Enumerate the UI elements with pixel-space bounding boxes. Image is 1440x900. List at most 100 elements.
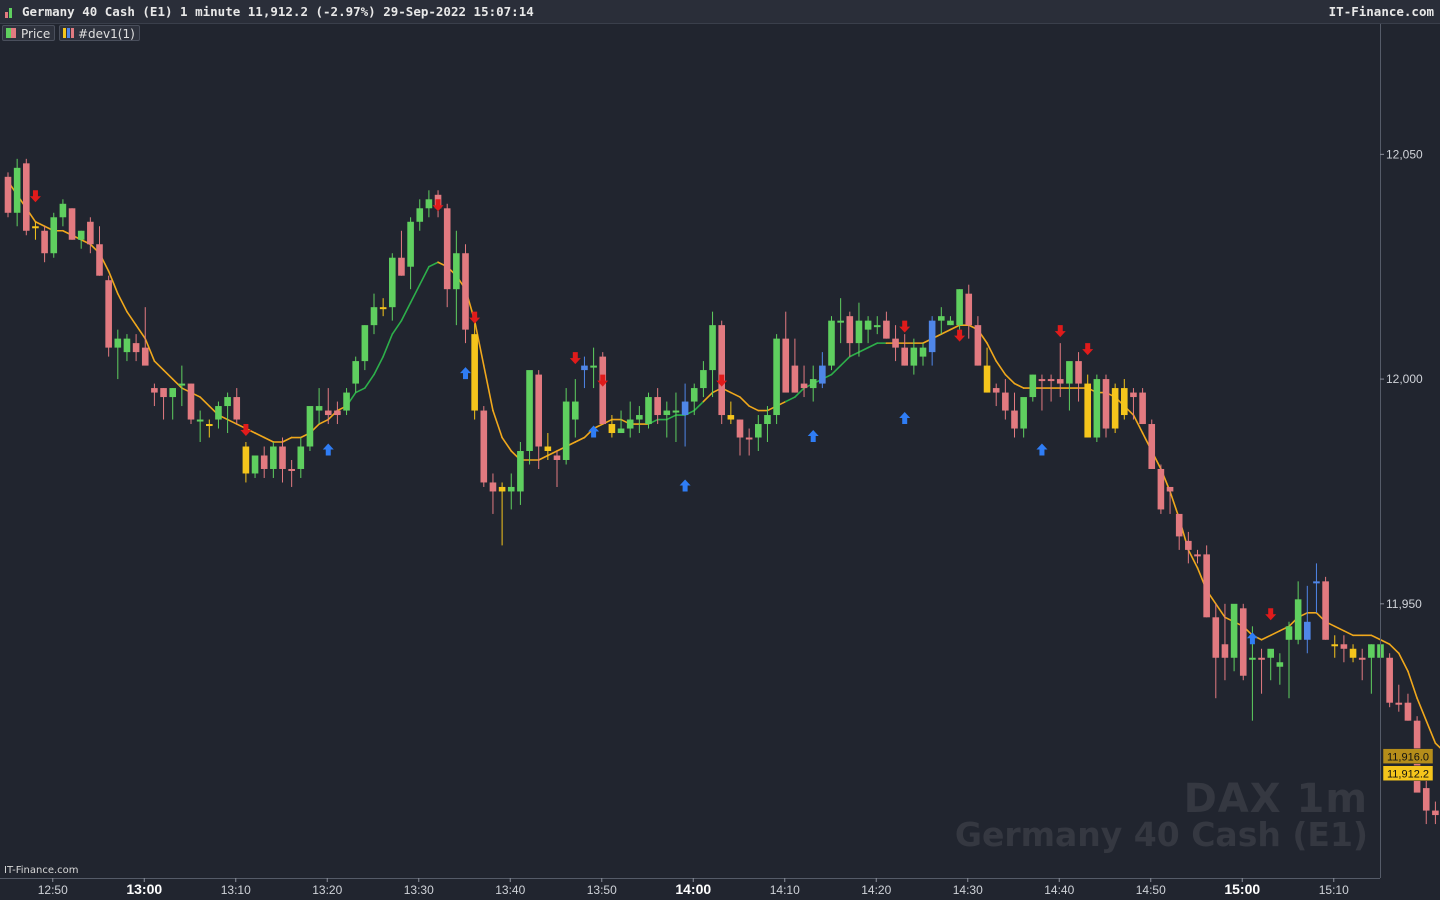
legend-indicator-label: #dev1(1)	[78, 27, 135, 41]
candle-body	[1230, 603, 1238, 658]
chart-title-bar: Germany 40 Cash (E1) 1 minute 11,912.2 (…	[0, 0, 1440, 24]
candle-body	[132, 343, 140, 353]
time-tick-label: 14:30	[953, 883, 983, 897]
candle-body	[718, 325, 725, 416]
candle-body	[1056, 379, 1064, 384]
candle-body	[480, 410, 488, 483]
candle-body	[1422, 788, 1430, 811]
bar-chart-icon	[5, 6, 15, 18]
candle-body	[169, 388, 176, 398]
candle-body	[901, 347, 908, 366]
candle-body	[1294, 599, 1302, 640]
candle-body	[315, 406, 323, 411]
candle-body	[1358, 657, 1366, 660]
candle-body	[1395, 702, 1403, 705]
candle-body	[837, 320, 844, 323]
candle-body	[1313, 581, 1320, 584]
candle-body	[672, 410, 680, 413]
candle-body	[883, 320, 890, 339]
candle-body	[306, 406, 314, 447]
time-tick-label: 14:20	[861, 883, 891, 897]
candle-body	[544, 446, 552, 451]
candle-body	[160, 388, 167, 398]
time-tick-label: 15:00	[1224, 881, 1260, 897]
time-tick-label: 13:50	[587, 883, 617, 897]
candle-body	[663, 410, 671, 416]
candle-body	[1276, 662, 1284, 667]
candle-body	[800, 383, 808, 389]
candle-body	[1121, 388, 1128, 416]
candle-body	[1011, 410, 1018, 429]
candle-body	[956, 289, 963, 326]
candle-body	[343, 392, 350, 411]
candle-body	[526, 370, 533, 451]
candle-body	[453, 253, 460, 290]
candle-body	[288, 468, 295, 471]
candle-body	[1304, 621, 1311, 640]
candle-body	[23, 163, 30, 231]
candle-body	[251, 455, 259, 474]
candle-body	[1075, 361, 1082, 384]
candlestick-chart[interactable]: 12,050 12,000 11,950 12:50 13:00 13:10 13:20 13…	[0, 0, 1440, 900]
candle-body	[773, 338, 780, 416]
time-tick-label: 13:20	[312, 883, 342, 897]
candle-body	[1020, 397, 1027, 429]
legend-price[interactable]: Price	[2, 25, 56, 41]
candle-body	[1038, 379, 1046, 382]
time-tick-label: 12:50	[38, 883, 68, 897]
candle-body	[947, 320, 954, 326]
candle-body	[846, 316, 854, 344]
candle-body	[709, 325, 716, 371]
candle-body	[1194, 554, 1201, 557]
candle-body	[1285, 626, 1293, 640]
brand-label: IT-Finance.com	[1328, 4, 1434, 19]
candle-body	[572, 401, 579, 420]
candle-body	[965, 293, 973, 326]
candle-body	[297, 446, 305, 469]
legend-price-label: Price	[21, 27, 51, 41]
candle-body	[1203, 554, 1210, 618]
candle-body	[334, 410, 341, 416]
candle-body	[105, 280, 112, 348]
candle-body	[873, 325, 881, 328]
candle-body	[1221, 644, 1229, 658]
candle-body	[590, 365, 597, 368]
candle-body	[828, 320, 835, 366]
candle-body	[1386, 657, 1393, 703]
time-tick-label: 14:10	[770, 883, 800, 897]
candle-body	[141, 347, 149, 366]
candle-body	[681, 401, 689, 416]
candle-body	[1340, 644, 1348, 649]
candle-body	[1185, 540, 1192, 550]
price-tick-label: 12,050	[1386, 147, 1423, 161]
candle-body	[443, 208, 451, 290]
indicator-swatch-icon	[63, 28, 74, 38]
time-tick-label: 14:40	[1044, 883, 1074, 897]
candle-body	[489, 482, 497, 492]
candle-body	[352, 361, 359, 384]
price-tick-label: 12,000	[1386, 372, 1423, 386]
candle-body	[41, 230, 48, 254]
candle-body	[32, 226, 39, 229]
candle-body	[96, 244, 103, 276]
candle-body	[13, 167, 21, 213]
candle-body	[636, 415, 643, 420]
candle-body	[77, 230, 85, 240]
candle-body	[59, 203, 67, 218]
candle-body	[196, 419, 204, 422]
candle-body	[389, 257, 396, 308]
candle-body	[361, 325, 369, 362]
plot-area	[0, 24, 1380, 878]
candle-body	[1331, 644, 1339, 647]
candle-body	[151, 388, 158, 393]
legend-indicator[interactable]: #dev1(1)	[59, 25, 140, 41]
candle-body	[626, 419, 634, 429]
candle-body	[974, 325, 982, 366]
watermark-name: Germany 40 Cash (E1)	[954, 815, 1368, 854]
candle-body	[919, 347, 927, 357]
candle-body	[581, 365, 588, 371]
candle-body	[242, 446, 250, 474]
candle-body	[1084, 383, 1091, 438]
candle-body	[1102, 379, 1110, 429]
candle-body	[471, 334, 478, 411]
